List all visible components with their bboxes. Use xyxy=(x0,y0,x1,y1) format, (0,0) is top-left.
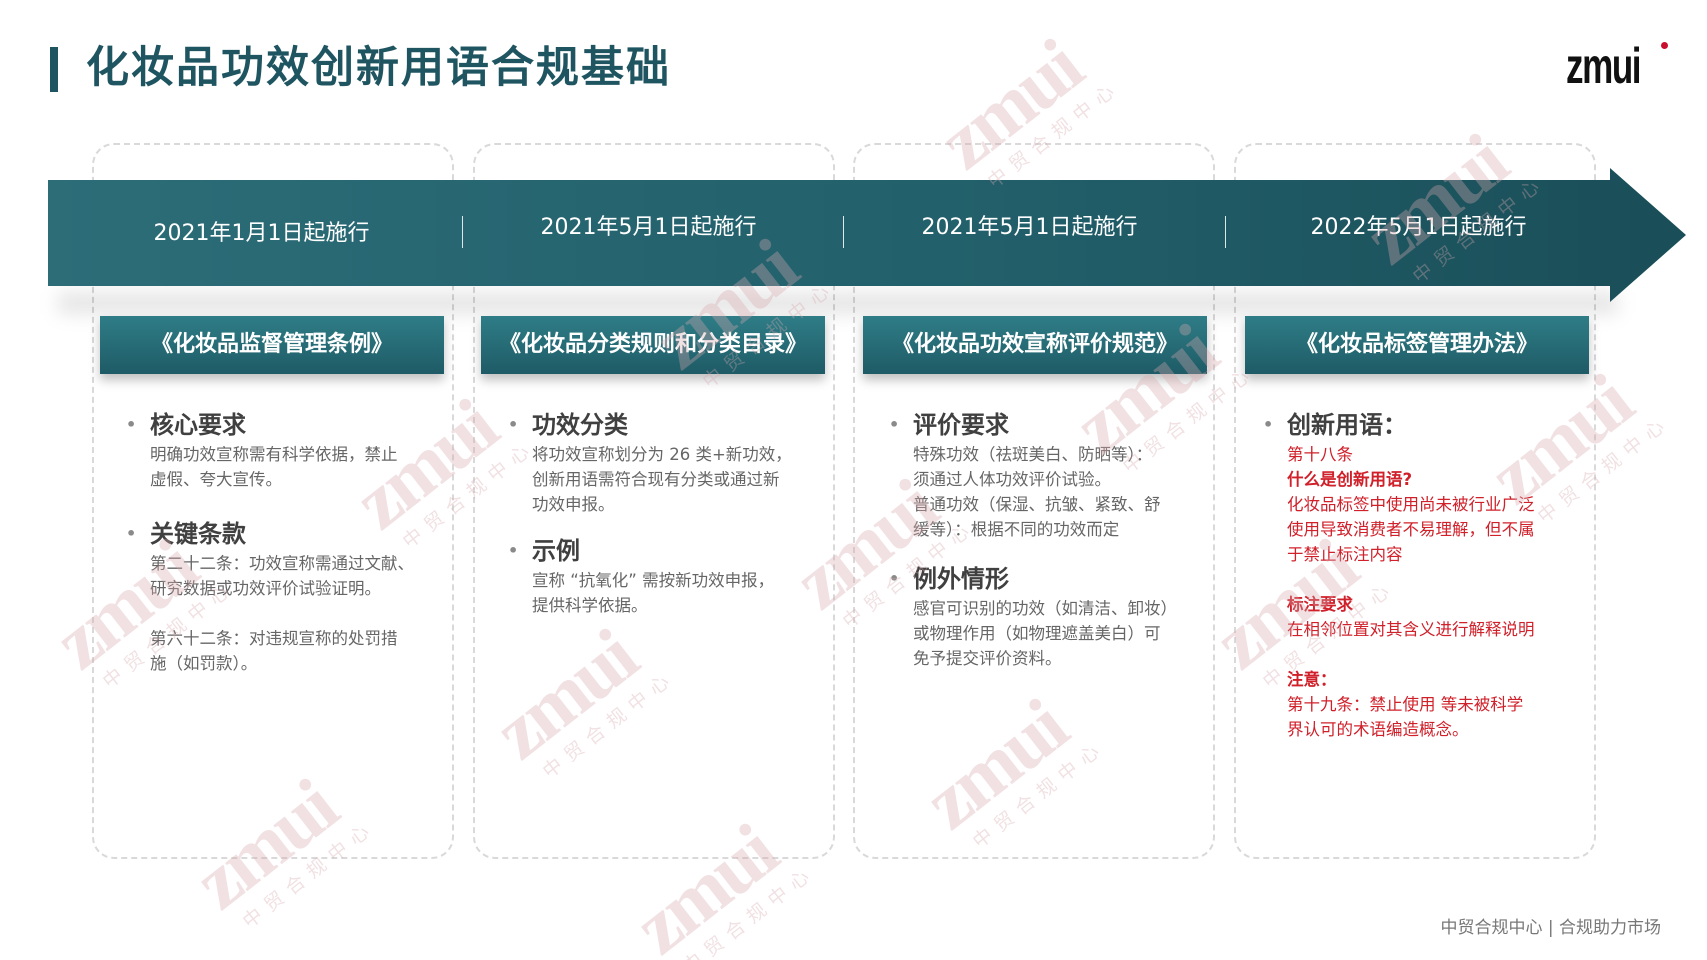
section-line: 虚假、夸大宣传。 xyxy=(150,470,282,489)
section-line: 提供科学依据。 xyxy=(532,596,648,615)
timeline-date-2: 2021年5月1日起施行 xyxy=(540,215,757,240)
section-line: 第十九条：禁止使用 等未被科学 xyxy=(1287,695,1524,714)
section-line: 界认可的术语编造概念。 xyxy=(1287,720,1469,739)
regulation-header-1: 《化妆品监督管理条例》 xyxy=(100,316,444,374)
section-core-requirements: 核心要求 明确功效宣称需有科学依据，禁止 虚假、夸大宣传。 xyxy=(126,408,398,492)
question-title: 什么是创新用语? xyxy=(1287,470,1413,489)
section-line: 缓等）：根据不同的功效而定 xyxy=(913,520,1120,539)
section-line: 化妆品标签中使用尚未被行业广泛 xyxy=(1287,495,1535,514)
regulation-header-2: 《化妆品分类规则和分类目录》 xyxy=(481,316,825,374)
section-line: 免予提交评价资料。 xyxy=(913,649,1062,668)
section-line: 感官可识别的功效（如清洁、卸妆） xyxy=(913,599,1177,618)
section-line: 第六十二条：对违规宣称的处罚措 xyxy=(150,629,398,648)
logo-registered-dot xyxy=(1661,42,1668,49)
section-line: 于禁止标注内容 xyxy=(1287,545,1403,564)
section-line: 明确功效宣称需有科学依据，禁止 xyxy=(150,445,398,464)
timeline-divider-3 xyxy=(1225,216,1226,248)
timeline-date-1: 2021年1月1日起施行 xyxy=(153,221,370,246)
brand-logo: zmui xyxy=(1566,36,1668,96)
section-key-clauses: 关键条款 第二十二条：功效宣称需通过文献、 研究数据或功效评价试验证明。 第六十… xyxy=(126,517,414,676)
section-line: 普通功效（保湿、抗皱、紧致、舒 xyxy=(913,495,1161,514)
section-heading: 评价要求 xyxy=(889,408,1161,442)
section-heading: 功效分类 xyxy=(508,408,792,442)
regulation-header-4: 《化妆品标签管理办法》 xyxy=(1245,316,1589,374)
section-line: 在相邻位置对其含义进行解释说明 xyxy=(1287,620,1535,639)
section-line: 创新用语需符合现有分类或通过新 xyxy=(532,470,780,489)
section-efficacy-classification: 功效分类 将功效宣称划分为 26 类+新功效， 创新用语需符合现有分类或通过新 … xyxy=(508,408,792,517)
section-line: 研究数据或功效评价试验证明。 xyxy=(150,579,381,598)
section-line: 特殊功效（祛斑美白、防晒等）： xyxy=(913,445,1153,464)
section-innovative-terms: 创新用语： 第十八条 什么是创新用语? 化妆品标签中使用尚未被行业广泛 使用导致… xyxy=(1263,408,1535,742)
section-evaluation-requirements: 评价要求 特殊功效（祛斑美白、防晒等）： 须通过人体功效评价试验。 普通功效（保… xyxy=(889,408,1161,542)
section-line: 宣称 “抗氧化” 需按新功效申报， xyxy=(532,571,775,590)
section-heading: 例外情形 xyxy=(889,562,1177,596)
logo-wordmark: zmui xyxy=(1566,38,1642,94)
section-exceptions: 例外情形 感官可识别的功效（如清洁、卸妆） 或物理作用（如物理遮盖美白）可 免予… xyxy=(889,562,1177,671)
timeline-date-4: 2022年5月1日起施行 xyxy=(1310,215,1527,240)
section-line: 或物理作用（如物理遮盖美白）可 xyxy=(913,624,1161,643)
section-line: 使用导致消费者不易理解，但不属 xyxy=(1287,520,1535,539)
section-line: 施（如罚款）。 xyxy=(150,654,258,673)
section-example: 示例 宣称 “抗氧化” 需按新功效申报， 提供科学依据。 xyxy=(508,534,774,618)
section-line: 第二十二条：功效宣称需通过文献、 xyxy=(150,554,414,573)
section-heading: 示例 xyxy=(508,534,774,568)
footer-text: 中贸合规中心 | 合规助力市场 xyxy=(1440,918,1661,938)
section-heading: 核心要求 xyxy=(126,408,398,442)
regulation-header-3: 《化妆品功效宣称评价规范》 xyxy=(863,316,1207,374)
section-heading: 关键条款 xyxy=(126,517,414,551)
note-title: 注意： xyxy=(1287,670,1337,689)
article-number: 第十八条 xyxy=(1287,445,1353,464)
timeline-date-3: 2021年5月1日起施行 xyxy=(921,215,1138,240)
requirement-title: 标注要求 xyxy=(1287,595,1353,614)
title-accent-bar xyxy=(50,47,58,92)
section-line: 将功效宣称划分为 26 类+新功效， xyxy=(532,445,792,464)
page-title: 化妆品功效创新用语合规基础 xyxy=(86,43,671,93)
section-line: 须通过人体功效评价试验。 xyxy=(913,470,1111,489)
section-heading: 创新用语： xyxy=(1263,408,1535,442)
section-line: 功效申报。 xyxy=(532,495,615,514)
